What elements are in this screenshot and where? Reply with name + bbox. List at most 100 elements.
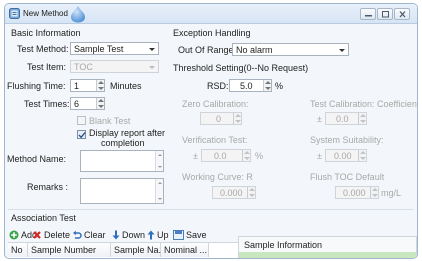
- verification-test-prefix: ±: [193, 151, 198, 161]
- system-suitability-label: System Suitability:: [310, 135, 384, 145]
- flushing-time-spinner[interactable]: 1: [70, 79, 105, 92]
- title-bar[interactable]: New Method: [5, 4, 417, 24]
- spinner-arrows-icon[interactable]: [358, 113, 366, 124]
- zero-calibration-spinner[interactable]: 0: [200, 112, 242, 125]
- display-report-label-line1: Display report after: [89, 128, 166, 138]
- test-item-value: TOC: [74, 62, 93, 72]
- delete-icon: [33, 231, 41, 239]
- column-header-nominal[interactable]: Nominal ...: [161, 243, 209, 257]
- scrollbar[interactable]: [155, 151, 163, 171]
- window-title: New Method: [23, 9, 68, 18]
- spinner-arrows-icon[interactable]: [96, 98, 104, 109]
- arrow-down-icon: [112, 230, 120, 240]
- out-of-range-value: No alarm: [236, 45, 273, 55]
- column-header-sample-number[interactable]: Sample Number: [28, 243, 111, 257]
- spinner-arrows-icon[interactable]: [96, 80, 104, 91]
- verification-test-value: 0.0: [214, 151, 227, 161]
- column-header-sample-name[interactable]: Sample Na...: [111, 243, 166, 257]
- basic-info-title: Basic Information: [11, 28, 81, 38]
- minimize-button[interactable]: [360, 8, 376, 20]
- brand-logo-icon: [71, 6, 85, 23]
- threshold-setting-title: Threshold Setting(0--No Request): [173, 63, 309, 73]
- system-suitability-value: 0.00: [334, 151, 352, 161]
- flushing-time-unit: Minutes: [110, 81, 142, 91]
- test-calibration-coefficient-value: 0.0: [336, 114, 349, 124]
- test-times-value: 6: [74, 99, 80, 109]
- delete-button-label: Delete: [44, 230, 71, 240]
- flush-toc-default-spinner[interactable]: 0.000: [335, 186, 379, 199]
- delete-button[interactable]: Delete: [32, 228, 70, 242]
- close-button[interactable]: [394, 8, 410, 20]
- test-calibration-coefficient-label: Test Calibration: Coefficient: [310, 99, 418, 109]
- test-times-spinner[interactable]: 6: [70, 97, 105, 110]
- rsd-label: RSD:: [207, 81, 229, 91]
- zero-calibration-value: 0: [216, 114, 222, 124]
- test-method-label: Test Method:: [17, 44, 69, 54]
- verification-test-unit: %: [255, 151, 264, 161]
- section-divider: [8, 209, 414, 210]
- test-item-label: Test Item:: [27, 62, 67, 72]
- remarks-label: Remarks :: [27, 182, 69, 192]
- move-up-button-label: Up: [157, 230, 169, 240]
- column-header-label: Sample Na...: [114, 245, 167, 255]
- working-curve-value: 0.000: [220, 188, 243, 198]
- blank-test-label: Blank Test: [89, 116, 131, 126]
- rsd-value: 5.0: [240, 81, 253, 91]
- rsd-unit: %: [275, 81, 284, 91]
- spinner-arrows-icon[interactable]: [358, 150, 366, 161]
- blank-test-checkbox[interactable]: [77, 116, 86, 125]
- maximize-button[interactable]: [377, 8, 393, 20]
- spinner-arrows-icon[interactable]: [370, 187, 378, 198]
- remarks-input[interactable]: [80, 178, 164, 204]
- verification-test-spinner[interactable]: 0.0: [201, 149, 251, 162]
- out-of-range-select[interactable]: No alarm: [232, 43, 349, 56]
- flushing-time-value: 1: [74, 81, 80, 91]
- display-report-checkbox[interactable]: [77, 130, 86, 139]
- verification-test-label: Verification Test:: [182, 135, 248, 145]
- spinner-arrows-icon[interactable]: [263, 80, 271, 91]
- system-suitability-spinner[interactable]: 0.00: [325, 149, 367, 162]
- chevron-down-icon: [339, 49, 345, 52]
- column-header-label: No: [11, 245, 23, 255]
- method-name-label: Method Name:: [7, 154, 67, 164]
- method-name-input[interactable]: [80, 150, 164, 172]
- working-curve-spinner[interactable]: 0.000: [212, 186, 256, 199]
- association-test-title: Association Test: [11, 213, 76, 223]
- exception-handling-title: Exception Handling: [173, 28, 251, 38]
- sample-information-content: [239, 252, 416, 258]
- clear-button[interactable]: Clear: [72, 228, 106, 242]
- display-report-label-line2: completion: [101, 138, 145, 148]
- out-of-range-label: Out Of Range:: [178, 45, 237, 55]
- save-button[interactable]: Save: [173, 228, 207, 242]
- undo-icon: [73, 230, 82, 239]
- checkmark-icon: [78, 132, 86, 139]
- test-calibration-coefficient-spinner[interactable]: 0.0: [325, 112, 367, 125]
- zero-calibration-label: Zero Calibration:: [182, 99, 249, 109]
- flush-toc-default-label: Flush TOC Default: [310, 172, 385, 182]
- sample-information-title: Sample Information: [244, 240, 323, 250]
- column-header-label: Nominal ...: [164, 245, 208, 255]
- rsd-spinner[interactable]: 5.0: [229, 79, 272, 92]
- arrow-up-icon: [147, 230, 155, 240]
- system-suitability-prefix: ±: [317, 151, 322, 161]
- column-header-no[interactable]: No: [8, 243, 28, 257]
- test-calibration-coefficient-prefix: ±: [317, 114, 322, 124]
- spinner-arrows-icon[interactable]: [242, 150, 250, 161]
- save-icon: [173, 230, 184, 240]
- save-button-label: Save: [186, 230, 207, 240]
- chevron-down-icon: [149, 66, 155, 69]
- maximize-icon: [382, 11, 389, 18]
- move-down-button[interactable]: Down: [112, 228, 145, 242]
- test-times-label: Test Times:: [24, 99, 70, 109]
- add-icon: [9, 230, 19, 240]
- test-method-select[interactable]: Sample Test: [70, 42, 159, 55]
- move-up-button[interactable]: Up: [147, 228, 169, 242]
- minimize-icon: [365, 15, 372, 17]
- working-curve-label: Working Curve: R: [182, 172, 253, 182]
- spinner-arrows-icon[interactable]: [247, 187, 255, 198]
- move-down-button-label: Down: [122, 230, 146, 240]
- close-icon: [399, 11, 406, 18]
- test-item-select[interactable]: TOC: [70, 60, 159, 73]
- spinner-arrows-icon[interactable]: [233, 113, 241, 124]
- scrollbar[interactable]: [155, 179, 163, 203]
